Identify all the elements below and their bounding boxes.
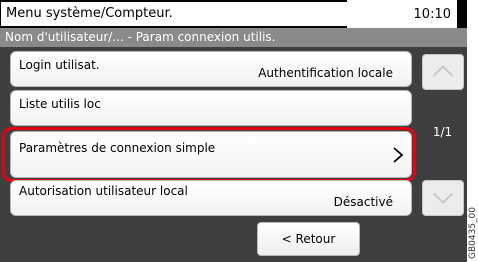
screen-title: Menu système/Compteur. — [0, 1, 350, 27]
scroll-up-button[interactable] — [422, 54, 464, 90]
bottom-bar: < Retour — [0, 219, 467, 262]
list-item-label: Login utilisat. — [19, 58, 100, 72]
selection-highlight — [2, 127, 416, 182]
chevron-up-icon — [432, 64, 454, 77]
breadcrumb: Nom d'utilisateur/... - Param connexion … — [0, 28, 467, 47]
list-item-autorisation-utilisateur-local[interactable]: Autorisation utilisateur local Désactivé — [10, 180, 412, 216]
list-item-value: Désactivé — [333, 195, 393, 209]
chevron-down-icon — [432, 192, 454, 205]
scroll-column: 1/1 — [418, 47, 467, 219]
image-code-label: GB0435_00 — [468, 206, 478, 259]
scroll-down-button[interactable] — [422, 180, 464, 216]
list-item-liste-utilis-loc[interactable]: Liste utilis loc — [10, 90, 412, 126]
touch-panel-screen: Menu système/Compteur. 10:10 Nom d'utili… — [0, 0, 467, 262]
page-indicator: 1/1 — [432, 125, 453, 139]
clock: 10:10 — [347, 0, 457, 28]
image-code: GB0435_00 — [467, 0, 478, 262]
list-item-label: Autorisation utilisateur local — [19, 184, 188, 198]
list-item-login-utilisat[interactable]: Login utilisat. Authentification locale — [10, 51, 412, 87]
title-bar: Menu système/Compteur. 10:10 — [0, 0, 467, 28]
back-button[interactable]: < Retour — [257, 222, 360, 256]
list-item-value: Authentification locale — [258, 66, 393, 80]
list-item-label: Liste utilis loc — [19, 97, 101, 111]
